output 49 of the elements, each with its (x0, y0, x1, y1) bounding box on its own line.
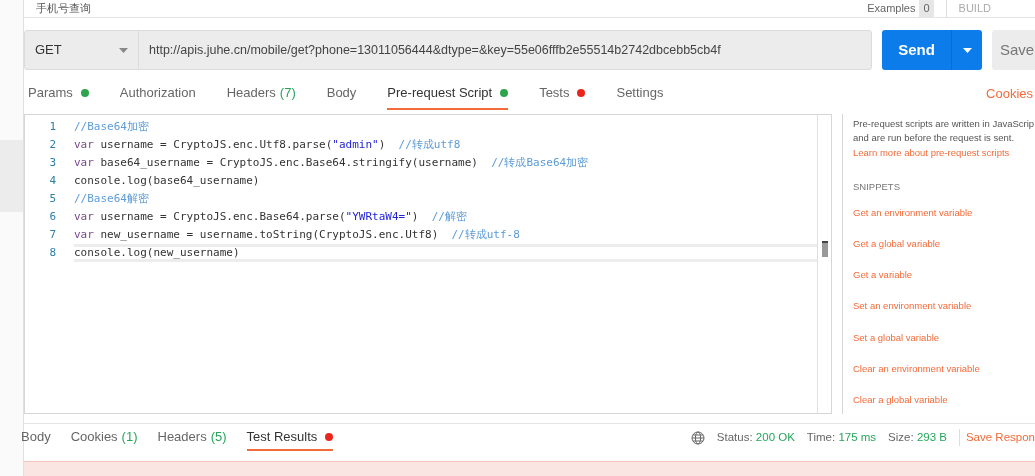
line-number: 8 (48, 244, 57, 261)
code-line: var username = CryptoJS.enc.Utf8.parse("admin") //转成utf8 (74, 136, 462, 153)
tab[interactable]: Test Results (246, 424, 334, 451)
cookies-link[interactable]: Cookies (986, 84, 1035, 104)
line-number: 6 (48, 208, 57, 225)
tab[interactable]: Params (28, 78, 89, 110)
tab[interactable]: Authorization (119, 78, 196, 110)
snippet-link[interactable]: Clear a global variable (853, 393, 1035, 408)
code-line: var username = CryptoJS.enc.Base64.parse("YWRtaW4=") //解密 (74, 208, 468, 225)
snippet-link[interactable]: Get a global variable (853, 236, 1035, 251)
caret-icon (962, 47, 972, 53)
code-line: //Base64加密 (74, 118, 150, 135)
snippet-link[interactable]: Set a global variable (853, 330, 1035, 345)
snippet-link[interactable]: Set an environment variable (853, 299, 1035, 314)
tab[interactable]: Pre-request Script (387, 78, 509, 110)
snippet-link[interactable]: Clear an environment variable (853, 361, 1035, 376)
tab[interactable]: Body (21, 424, 51, 451)
code-line: //Base64解密 (74, 190, 150, 207)
line-number: 1 (48, 118, 57, 135)
save-button[interactable]: Save (992, 30, 1035, 70)
response-meta: Size: 293 B (888, 429, 947, 445)
tab[interactable]: Settings (616, 78, 664, 110)
scrollbar-thumb[interactable] (821, 241, 828, 257)
tab[interactable]: Body (326, 78, 357, 110)
description-text: Pre-request scripts are written in JavaScrip (853, 117, 1035, 131)
line-number: 2 (48, 136, 57, 153)
line-number: 3 (48, 154, 57, 171)
globe-icon[interactable] (690, 430, 705, 445)
line-number: 5 (48, 190, 57, 207)
save-response-button[interactable]: Save Respon (958, 428, 1035, 447)
examples-button[interactable]: Examples 0 (867, 0, 934, 17)
code-line: console.log(base64_username) (74, 172, 261, 189)
snippet-link[interactable]: Get an environment variable (853, 205, 1035, 220)
line-number: 4 (48, 172, 57, 189)
description-text: and are run before the request is sent. (853, 131, 1016, 145)
request-title: 手机号查询 (36, 1, 92, 17)
mode-label: BUILD (945, 0, 991, 17)
tab[interactable]: Headers (7) (226, 78, 296, 110)
tab[interactable]: Tests (539, 78, 586, 110)
code-line: var new_username = username.toString(CryptoJS.enc.Utf8) //转成utf-8 (74, 226, 521, 243)
code-line: var base64_username = CryptoJS.enc.Base64.stringify(username) //转成Base64加密 (74, 154, 590, 171)
learn-more-link[interactable]: Learn more about pre-request scripts (853, 146, 1035, 161)
tab[interactable]: Cookies (1) (70, 424, 138, 451)
snippet-link[interactable]: Get a variable (853, 268, 1035, 283)
response-meta: Status: 200 OK (716, 429, 795, 445)
line-number: 7 (48, 226, 57, 243)
snippets-heading: SNIPPETS (853, 180, 901, 195)
tab[interactable]: Headers (5) (157, 424, 227, 451)
response-meta: Time: 175 ms (806, 429, 877, 445)
